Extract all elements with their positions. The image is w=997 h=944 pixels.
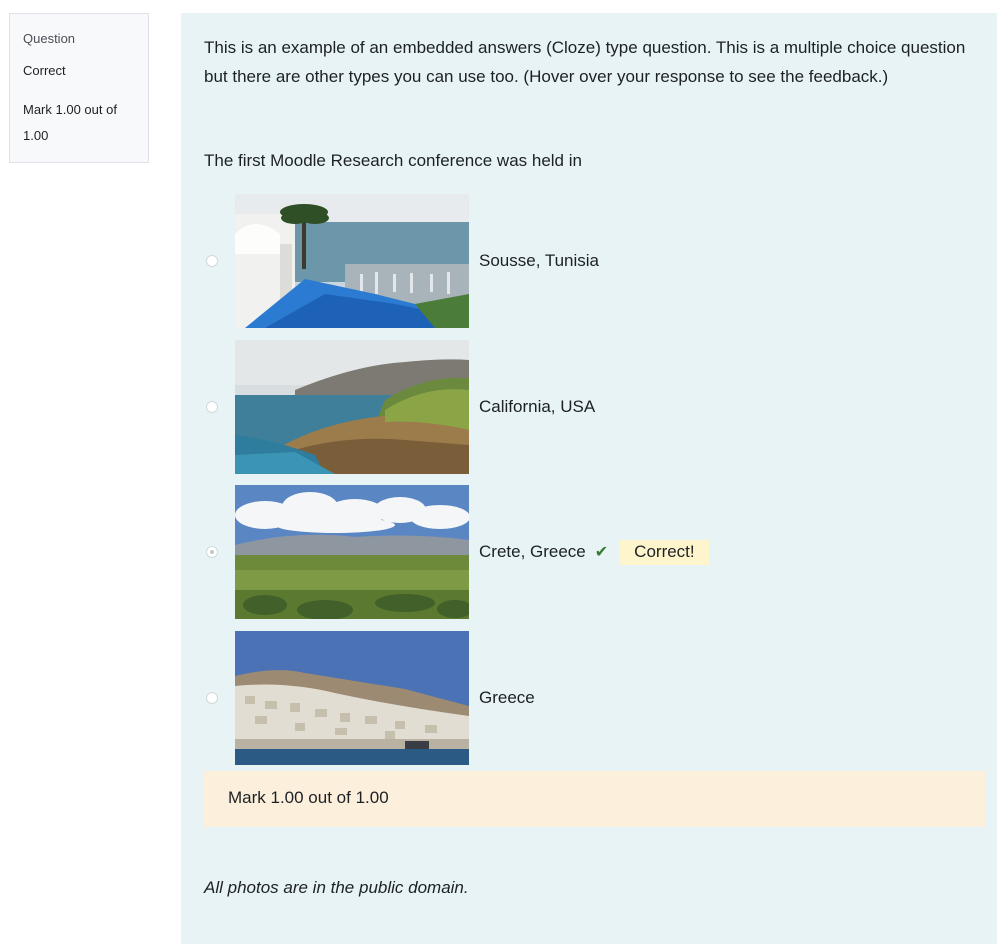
- question-state: Correct: [23, 63, 66, 78]
- answer-option-crete[interactable]: Crete, Greece ✔ Correct!: [206, 484, 709, 620]
- option-label: Crete, Greece ✔ Correct!: [479, 539, 709, 565]
- question-text: This is an example of an embedded answer…: [204, 38, 966, 86]
- question-grade: Mark 1.00 out of 1.00: [23, 102, 117, 143]
- option-label: Greece: [479, 688, 535, 707]
- radio-button[interactable]: [206, 692, 218, 704]
- question-formulation: This is an example of an embedded answer…: [181, 13, 997, 944]
- option-label: California, USA: [479, 397, 596, 416]
- california-photo: [235, 340, 469, 474]
- outcome-mark: Mark 1.00 out of 1.00: [228, 788, 389, 807]
- radio-button-selected[interactable]: [206, 546, 218, 558]
- feedback-badge: Correct!: [620, 539, 709, 565]
- option-label: Sousse, Tunisia: [479, 251, 600, 270]
- answer-option-sousse[interactable]: Sousse, Tunisia: [206, 193, 599, 329]
- answer-option-california[interactable]: California, USA: [206, 339, 595, 475]
- crete-photo: [235, 485, 469, 619]
- quiz-review-page: Question Correct Mark 1.00 out of 1.00 T…: [0, 0, 997, 944]
- radio-button[interactable]: [206, 255, 218, 267]
- question-info-panel: Question Correct Mark 1.00 out of 1.00: [9, 13, 149, 163]
- sousse-photo: [235, 194, 469, 328]
- greece-photo: [235, 631, 469, 765]
- photo-credit-note: All photos are in the public domain.: [204, 878, 469, 897]
- answer-option-greece[interactable]: Greece: [206, 630, 535, 766]
- question-prompt: The first Moodle Research conference was…: [204, 151, 582, 170]
- check-icon: ✔: [594, 544, 609, 561]
- question-number-label: Question: [23, 31, 76, 46]
- outcome-panel: Mark 1.00 out of 1.00: [204, 771, 986, 827]
- radio-button[interactable]: [206, 401, 218, 413]
